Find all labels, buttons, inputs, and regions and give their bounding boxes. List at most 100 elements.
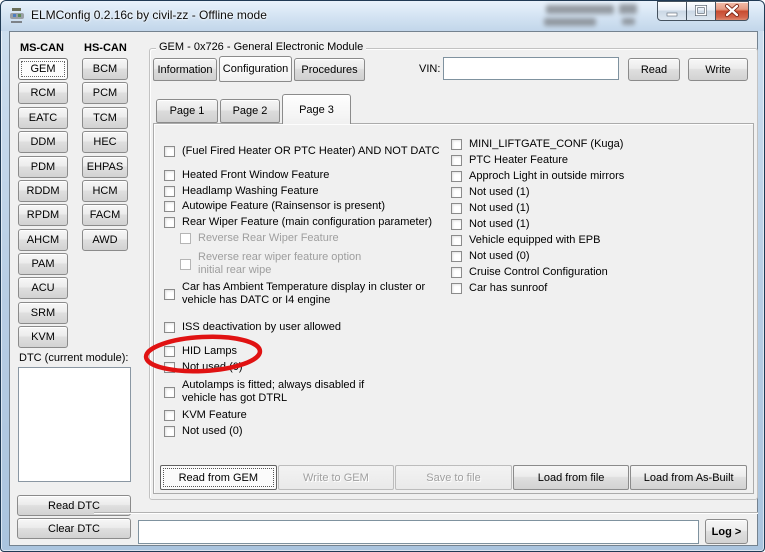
checkbox-row[interactable]: (Fuel Fired Heater OR PTC Heater) AND NO…: [164, 145, 440, 158]
checkbox: [180, 233, 191, 244]
write-to-gem-button: Write to GEM: [278, 465, 395, 490]
command-input[interactable]: [138, 520, 699, 544]
checkbox-row[interactable]: MINI_LIFTGATE_CONF (Kuga): [451, 138, 623, 151]
checkbox[interactable]: [451, 235, 462, 246]
read-from-gem-button[interactable]: Read from GEM: [160, 465, 277, 490]
module-button-gem[interactable]: GEM: [18, 58, 68, 80]
checkbox-row[interactable]: PTC Heater Feature: [451, 154, 568, 167]
checkbox-row[interactable]: Rear Wiper Feature (main configuration p…: [164, 216, 432, 229]
module-groupbox-title: GEM - 0x726 - General Electronic Module: [156, 41, 366, 53]
module-button-pcm[interactable]: PCM: [82, 82, 128, 104]
checkbox[interactable]: [164, 362, 175, 373]
checkbox-row[interactable]: Autowipe Feature (Rainsensor is present): [164, 200, 385, 213]
checkbox[interactable]: [164, 217, 175, 228]
checkbox[interactable]: [164, 170, 175, 181]
checkbox-row[interactable]: Not used (0): [451, 250, 530, 263]
module-button-ddm[interactable]: DDM: [18, 131, 68, 153]
vin-read-button[interactable]: Read: [628, 58, 680, 81]
tab-page-3[interactable]: Page 3: [282, 94, 351, 124]
checkbox[interactable]: [164, 146, 175, 157]
checkbox[interactable]: [164, 289, 175, 300]
checkbox[interactable]: [451, 267, 462, 278]
module-button-acu[interactable]: ACU: [18, 277, 68, 299]
vin-write-button[interactable]: Write: [688, 58, 748, 81]
checkbox[interactable]: [451, 219, 462, 230]
checkbox-row[interactable]: Not used (0): [164, 425, 243, 438]
load-from-file-button[interactable]: Load from file: [513, 465, 630, 490]
module-button-tcm[interactable]: TCM: [82, 107, 128, 129]
checkbox[interactable]: [451, 187, 462, 198]
vin-input[interactable]: [443, 57, 619, 80]
checkbox[interactable]: [164, 410, 175, 421]
checkbox[interactable]: [164, 322, 175, 333]
checkbox[interactable]: [164, 346, 175, 357]
checkbox-row[interactable]: Car has Ambient Temperature display in c…: [164, 281, 425, 307]
checkbox-row[interactable]: Headlamp Washing Feature: [164, 185, 319, 198]
window-controls: [658, 1, 749, 21]
module-button-bcm[interactable]: BCM: [82, 58, 128, 80]
background-window-artifact: [544, 18, 596, 26]
checkbox[interactable]: [164, 201, 175, 212]
background-window-artifact: [619, 4, 637, 14]
module-button-pdm[interactable]: PDM: [18, 156, 68, 178]
close-icon: [717, 2, 747, 20]
checkbox-row[interactable]: Vehicle equipped with EPB: [451, 234, 600, 247]
checkbox[interactable]: [164, 426, 175, 437]
checkbox-row[interactable]: Heated Front Window Feature: [164, 169, 329, 182]
checkbox[interactable]: [164, 186, 175, 197]
load-from-as-built-button[interactable]: Load from As-Built: [630, 465, 747, 490]
module-button-eatc[interactable]: EATC: [18, 107, 68, 129]
checkbox-row[interactable]: Car has sunroof: [451, 282, 547, 295]
checkbox-row: Reverse Rear Wiper Feature: [180, 232, 339, 245]
app-icon[interactable]: [8, 7, 26, 25]
clear-dtc-button[interactable]: Clear DTC: [17, 518, 131, 539]
close-button[interactable]: [715, 1, 749, 21]
module-button-pam[interactable]: PAM: [18, 253, 68, 275]
log-toggle-button[interactable]: Log >: [705, 519, 748, 544]
module-button-rddm[interactable]: RDDM: [18, 180, 68, 202]
vin-label: VIN:: [419, 63, 440, 75]
module-button-rcm[interactable]: RCM: [18, 82, 68, 104]
checkbox: [180, 259, 191, 270]
window-title: ELMConfig 0.2.16c by civil-zz - Offline …: [31, 1, 267, 30]
checkbox-row[interactable]: Not used (1): [451, 218, 530, 231]
module-button-facm[interactable]: FACM: [82, 204, 128, 226]
checkbox-row[interactable]: ISS deactivation by user allowed: [164, 321, 341, 334]
module-button-ehpas[interactable]: EHPAS: [82, 156, 128, 178]
checkbox[interactable]: [164, 387, 175, 398]
checkbox[interactable]: [451, 251, 462, 262]
checkbox[interactable]: [451, 203, 462, 214]
maximize-button[interactable]: [686, 1, 716, 21]
checkbox-row[interactable]: KVM Feature: [164, 409, 247, 422]
hs-can-label: HS-CAN: [84, 42, 127, 54]
checkbox-row-hid-lamps[interactable]: HID Lamps: [164, 345, 237, 358]
save-to-file-button: Save to file: [395, 465, 512, 490]
module-button-hec[interactable]: HEC: [82, 131, 128, 153]
action-button-row: Read from GEM Write to GEM Save to file …: [160, 465, 747, 490]
minimize-button[interactable]: [657, 1, 687, 21]
checkbox-row[interactable]: Not used (1): [451, 202, 530, 215]
module-button-awd[interactable]: AWD: [82, 229, 128, 251]
module-button-hcm[interactable]: HCM: [82, 180, 128, 202]
tab-configuration[interactable]: Configuration: [219, 56, 292, 82]
checkbox-row[interactable]: Autolamps is fitted; always disabled if …: [164, 379, 364, 405]
tab-page-1[interactable]: Page 1: [156, 99, 218, 123]
checkbox-row[interactable]: Cruise Control Configuration: [451, 266, 608, 279]
module-button-rpdm[interactable]: RPDM: [18, 204, 68, 226]
checkbox[interactable]: [451, 139, 462, 150]
dtc-listbox[interactable]: [18, 367, 131, 482]
app-window: ELMConfig 0.2.16c by civil-zz - Offline …: [0, 0, 765, 552]
checkbox-row[interactable]: Approch Light in outside mirrors: [451, 170, 624, 183]
tab-information[interactable]: Information: [153, 58, 217, 81]
module-button-ahcm[interactable]: AHCM: [18, 229, 68, 251]
module-button-kvm[interactable]: KVM: [18, 326, 68, 348]
title-bar[interactable]: ELMConfig 0.2.16c by civil-zz - Offline …: [1, 1, 764, 31]
tab-page-2[interactable]: Page 2: [220, 99, 280, 123]
module-button-srm[interactable]: SRM: [18, 302, 68, 324]
checkbox-row[interactable]: Not used (0): [164, 361, 243, 374]
checkbox[interactable]: [451, 283, 462, 294]
checkbox[interactable]: [451, 171, 462, 182]
checkbox[interactable]: [451, 155, 462, 166]
checkbox-row[interactable]: Not used (1): [451, 186, 530, 199]
tab-procedures[interactable]: Procedures: [294, 58, 365, 81]
